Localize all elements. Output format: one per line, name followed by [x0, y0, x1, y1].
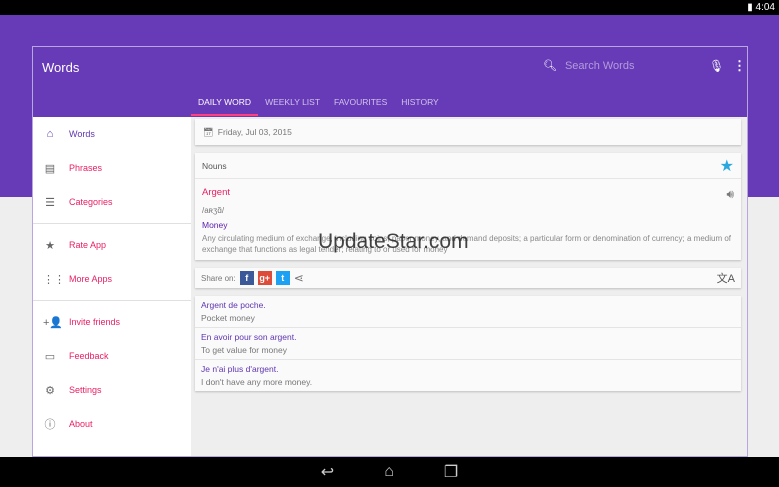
date-text: Friday, Jul 03, 2015 — [217, 127, 292, 137]
translate-icon[interactable]: 文A — [717, 270, 735, 286]
sidebar-item-categories[interactable]: ☰ Categories — [33, 185, 191, 219]
example-english: I don't have any more money. — [201, 377, 313, 387]
divider — [33, 300, 191, 301]
section-label: Nouns — [202, 160, 227, 171]
sidebar-item-invite-friends[interactable]: +👤 Invite friends — [33, 305, 191, 339]
date-card: 📅︎ Friday, Jul 03, 2015 — [195, 119, 741, 145]
tab-favourites[interactable]: FAVOURITES — [327, 95, 394, 115]
word-title: Argent — [202, 187, 230, 198]
twitter-icon[interactable]: t — [275, 271, 290, 285]
example-french: En avoir pour son argent. — [201, 332, 297, 342]
apps-grid-icon: ⋮⋮ — [43, 273, 65, 286]
sidebar-item-rate-app[interactable]: ★ Rate App — [33, 228, 191, 262]
watermark: UpdateStar.com — [318, 230, 469, 253]
list-icon: ☰ — [45, 196, 55, 209]
app-title: Words — [42, 60, 80, 75]
sidebar-item-feedback[interactable]: ▭ Feedback — [33, 339, 191, 373]
list-item: Je n'ai plus d'argent. I don't have any m… — [195, 360, 741, 391]
sidebar-item-label: Phrases — [69, 163, 103, 173]
battery-icon: ▮ — [747, 2, 756, 13]
microphone-icon[interactable]: 🎙︎ — [709, 59, 724, 73]
gear-icon: ⚙ — [45, 384, 55, 397]
sidebar-item-label: Words — [69, 129, 95, 139]
sidebar-item-words[interactable]: ⌂ Words — [33, 117, 191, 151]
back-icon[interactable]: ↩ — [321, 462, 334, 482]
tab-bar: DAILY WORD WEEKLY LIST FAVOURITES HISTOR… — [191, 95, 446, 116]
status-bar: ▮ 4:04 — [0, 0, 779, 15]
home-icon[interactable]: ⌂ — [384, 463, 394, 481]
add-person-icon: +👤 — [43, 316, 64, 329]
sidebar-item-label: Invite friends — [69, 317, 121, 327]
chat-icon: ▤ — [44, 162, 56, 175]
sidebar-item-label: Settings — [69, 385, 102, 395]
info-icon: ⓘ — [44, 419, 56, 431]
sidebar-item-settings[interactable]: ⚙ Settings — [33, 373, 191, 407]
sidebar-item-phrases[interactable]: ▤ Phrases — [33, 151, 191, 185]
example-french: Argent de poche. — [201, 300, 266, 310]
more-options-icon[interactable]: ⋮ — [733, 58, 746, 74]
tab-weekly-list[interactable]: WEEKLY LIST — [258, 95, 327, 115]
navigation-bar: ↩ ⌂ ❐ — [0, 457, 779, 487]
tab-history[interactable]: HISTORY — [394, 95, 445, 115]
sidebar-item-about[interactable]: ⓘ About — [33, 407, 191, 441]
sidebar-item-more-apps[interactable]: ⋮⋮ More Apps — [33, 262, 191, 296]
speaker-icon[interactable]: 🔊︎ — [726, 187, 734, 202]
favourite-star-icon[interactable]: ★ — [720, 156, 734, 176]
star-icon: ★ — [45, 239, 55, 252]
sidebar-item-label: Categories — [69, 197, 113, 207]
example-french: Je n'ai plus d'argent. — [201, 364, 279, 374]
clock: 4:04 — [755, 2, 775, 13]
sidebar: ⌂ Words ▤ Phrases ☰ Categories ★ Rate App ⋮⋮… — [33, 117, 191, 456]
example-english: To get value for money — [201, 345, 287, 355]
sidebar-item-label: Feedback — [69, 351, 109, 361]
calendar-icon: 📅︎ — [203, 126, 214, 137]
sidebar-item-label: About — [69, 419, 93, 429]
feedback-icon: ▭ — [44, 350, 56, 363]
search-placeholder: Search Words — [564, 59, 635, 72]
search-icon: 🔍︎ — [543, 60, 557, 72]
search-input[interactable]: 🔍︎ Search Words — [543, 59, 635, 73]
example-english: Pocket money — [201, 313, 255, 323]
examples-list: Argent de poche. Pocket money En avoir po… — [195, 296, 741, 391]
tab-daily-word[interactable]: DAILY WORD — [191, 95, 259, 116]
facebook-icon[interactable]: f — [239, 271, 254, 285]
list-item: Argent de poche. Pocket money — [195, 296, 741, 328]
sidebar-item-label: More Apps — [69, 274, 113, 284]
home-icon: ⌂ — [46, 128, 54, 140]
recent-apps-icon[interactable]: ❐ — [444, 462, 458, 482]
pronunciation: /aʀʒɑ̃/ — [202, 206, 225, 215]
share-icon[interactable]: ⋖ — [294, 271, 304, 285]
app-bar: Words 🔍︎ Search Words 🎙︎ ⋮ DAILY WORD WEE… — [33, 47, 747, 117]
list-item: En avoir pour son argent. To get value fo… — [195, 328, 741, 360]
meaning: Money — [202, 220, 228, 230]
share-bar: Share on: f g+ t ⋖ 文A — [195, 268, 741, 288]
main-content: 📅︎ Friday, Jul 03, 2015 Nouns ★ Argent 🔊︎ /… — [195, 119, 741, 399]
share-label: Share on: — [201, 273, 236, 283]
divider — [33, 223, 191, 224]
google-plus-icon[interactable]: g+ — [257, 271, 272, 285]
sidebar-item-label: Rate App — [69, 240, 107, 250]
